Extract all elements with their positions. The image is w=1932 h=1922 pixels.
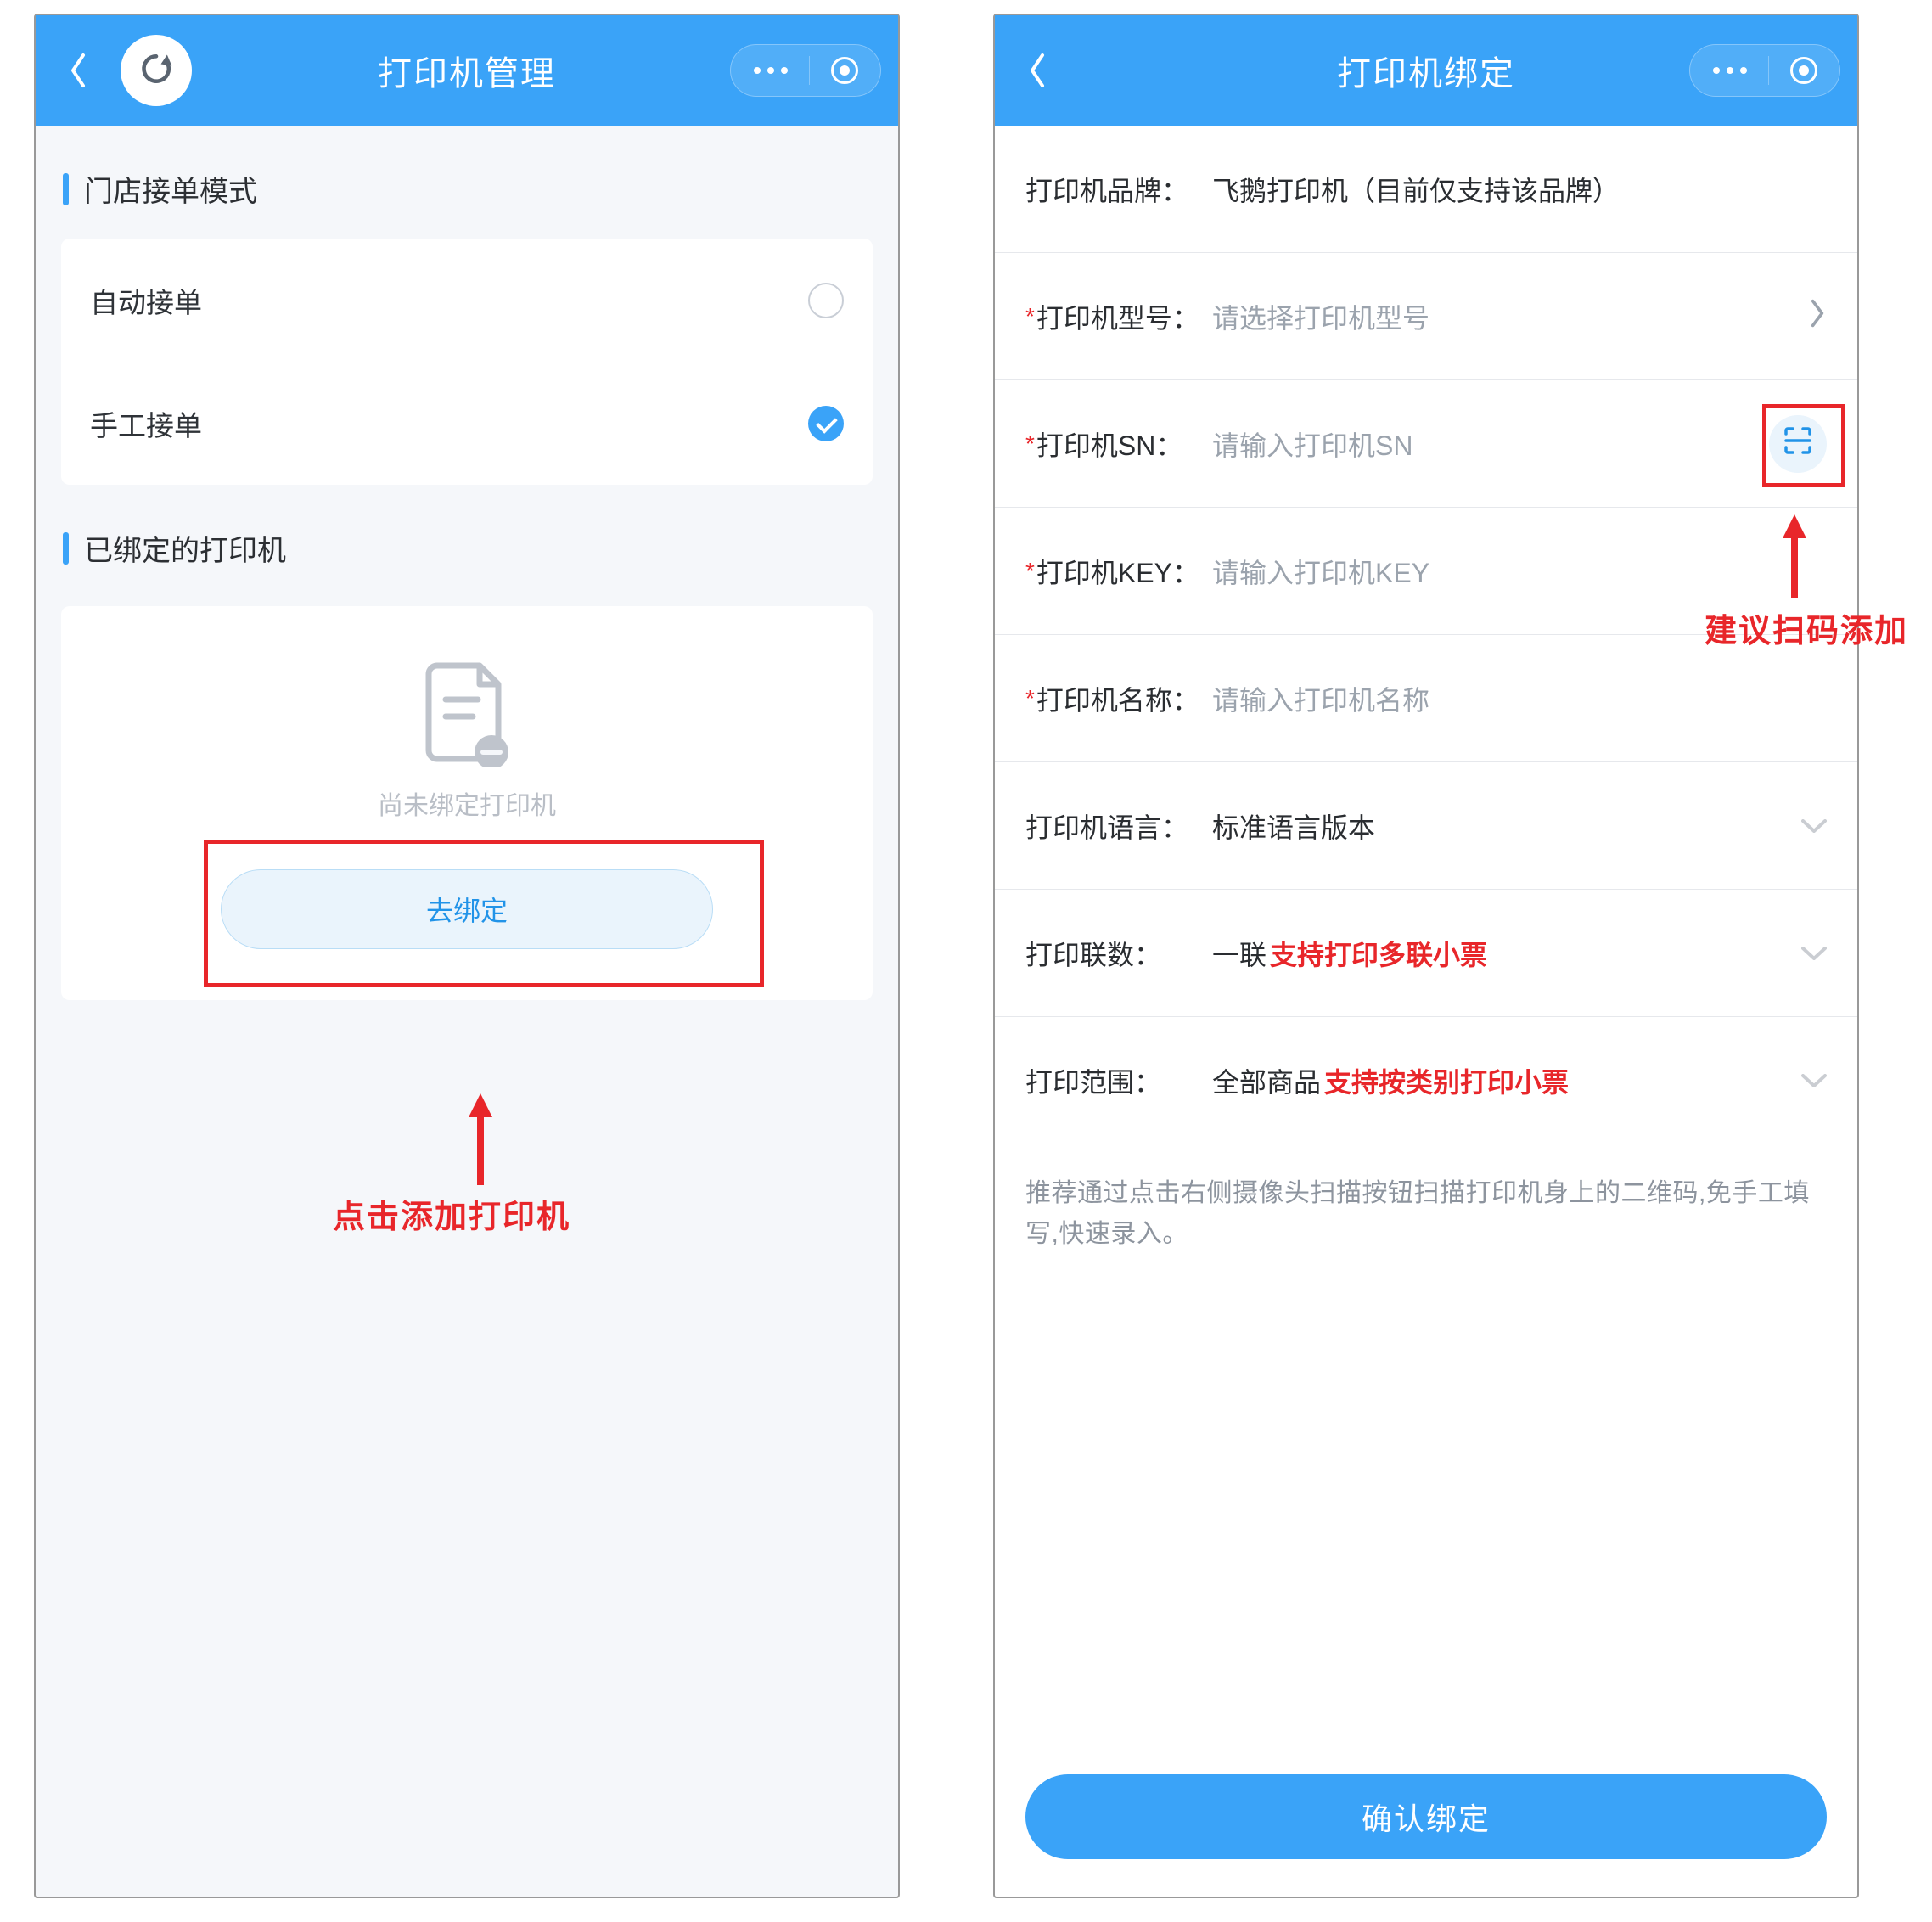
label: 打印机品牌： (1025, 170, 1188, 209)
back-button[interactable] (61, 53, 95, 87)
mode-manual-label: 手工接单 (90, 403, 202, 444)
mode-manual-row[interactable]: 手工接单 (61, 362, 873, 485)
mode-auto-label: 自动接单 (90, 280, 202, 321)
footer: 确认绑定 (995, 1757, 1857, 1897)
document-icon (420, 657, 514, 767)
chevron-down-icon (1801, 1065, 1827, 1096)
annotation-label: 点击添加打印机 (333, 1190, 570, 1237)
close-miniapp-icon (831, 57, 858, 84)
row-brand: 打印机品牌： 飞鹅打印机（目前仅支持该品牌） (995, 126, 1857, 253)
radio-unchecked-icon (808, 283, 844, 318)
back-button[interactable] (1020, 53, 1054, 87)
row-range[interactable]: 打印范围： 全部商品 支持按类别打印小票 (995, 1017, 1857, 1144)
chevron-down-icon (1801, 810, 1827, 841)
mode-auto-row[interactable]: 自动接单 (61, 239, 873, 362)
radio-checked-icon (808, 406, 844, 441)
confirm-bind-button[interactable]: 确认绑定 (1025, 1774, 1827, 1859)
chevron-down-icon (1801, 937, 1827, 969)
section-title: 已绑定的打印机 (84, 527, 286, 569)
annotation-arrow (469, 1093, 492, 1185)
help-text: 推荐通过点击右侧摄像头扫描按钮扫描打印机身上的二维码,免手工填写,快速录入。 (995, 1144, 1857, 1284)
bind-form: 打印机品牌： 飞鹅打印机（目前仅支持该品牌） *打印机型号： 请选择打印机型号 … (995, 126, 1857, 1757)
screen-printer-management: 打印机管理 门店接单模式 自动接单 手工接单 已绑定的打印机 (34, 14, 900, 1898)
annotation-arrow (1783, 514, 1806, 598)
label: 打印机型号： (1036, 297, 1199, 336)
row-name[interactable]: *打印机名称： 请输入打印机名称 (995, 635, 1857, 762)
label: 打印范围： (1025, 1061, 1161, 1100)
label: 打印机KEY： (1036, 552, 1199, 591)
annotation-inline: 支持打印多联小票 (1270, 934, 1487, 973)
bound-printers-empty: 尚未绑定打印机 去绑定 (61, 606, 873, 1000)
placeholder: 请输入打印机SN (1212, 424, 1412, 464)
placeholder: 请输入打印机KEY (1212, 552, 1429, 591)
screen-printer-bind: 打印机绑定 打印机品牌： 飞鹅打印机（目前仅支持该品牌） *打印机型号： 请选择… (993, 14, 1859, 1898)
value: 标准语言版本 (1212, 806, 1375, 846)
header: 打印机绑定 (995, 15, 1857, 126)
value: 一联 (1212, 934, 1266, 973)
label: 打印机语言： (1025, 806, 1188, 846)
placeholder: 请选择打印机型号 (1212, 297, 1429, 336)
label: 打印机SN： (1036, 424, 1182, 464)
refresh-button[interactable] (121, 35, 192, 106)
more-icon (754, 67, 788, 74)
row-copies[interactable]: 打印联数： 一联 支持打印多联小票 (995, 890, 1857, 1017)
label: 打印机名称： (1036, 679, 1199, 718)
empty-state-text: 尚未绑定打印机 (378, 784, 556, 822)
miniapp-menu[interactable] (1689, 44, 1840, 97)
annotation-highlight-box (204, 840, 764, 987)
placeholder: 请输入打印机名称 (1212, 679, 1429, 718)
miniapp-menu[interactable] (730, 44, 881, 97)
annotation-label: 建议扫码添加 (1705, 604, 1908, 651)
row-model[interactable]: *打印机型号： 请选择打印机型号 (995, 253, 1857, 380)
row-sn[interactable]: *打印机SN： 请输入打印机SN (995, 380, 1857, 508)
close-miniapp-icon (1790, 57, 1817, 84)
annotation-inline: 支持按类别打印小票 (1324, 1061, 1569, 1100)
more-icon (1713, 67, 1747, 74)
value: 全部商品 (1212, 1061, 1321, 1100)
mode-card: 自动接单 手工接单 (61, 239, 873, 485)
section-title: 门店接单模式 (84, 168, 257, 210)
row-language[interactable]: 打印机语言： 标准语言版本 (995, 762, 1857, 890)
label: 打印联数： (1025, 934, 1161, 973)
section-bound-printers: 已绑定的打印机 (36, 485, 898, 589)
section-order-mode: 门店接单模式 (36, 126, 898, 230)
value: 飞鹅打印机（目前仅支持该品牌） (1212, 170, 1620, 209)
refresh-icon (138, 50, 175, 92)
header: 打印机管理 (36, 15, 898, 126)
annotation-highlight-box (1762, 404, 1845, 487)
chevron-right-icon (1808, 298, 1827, 335)
